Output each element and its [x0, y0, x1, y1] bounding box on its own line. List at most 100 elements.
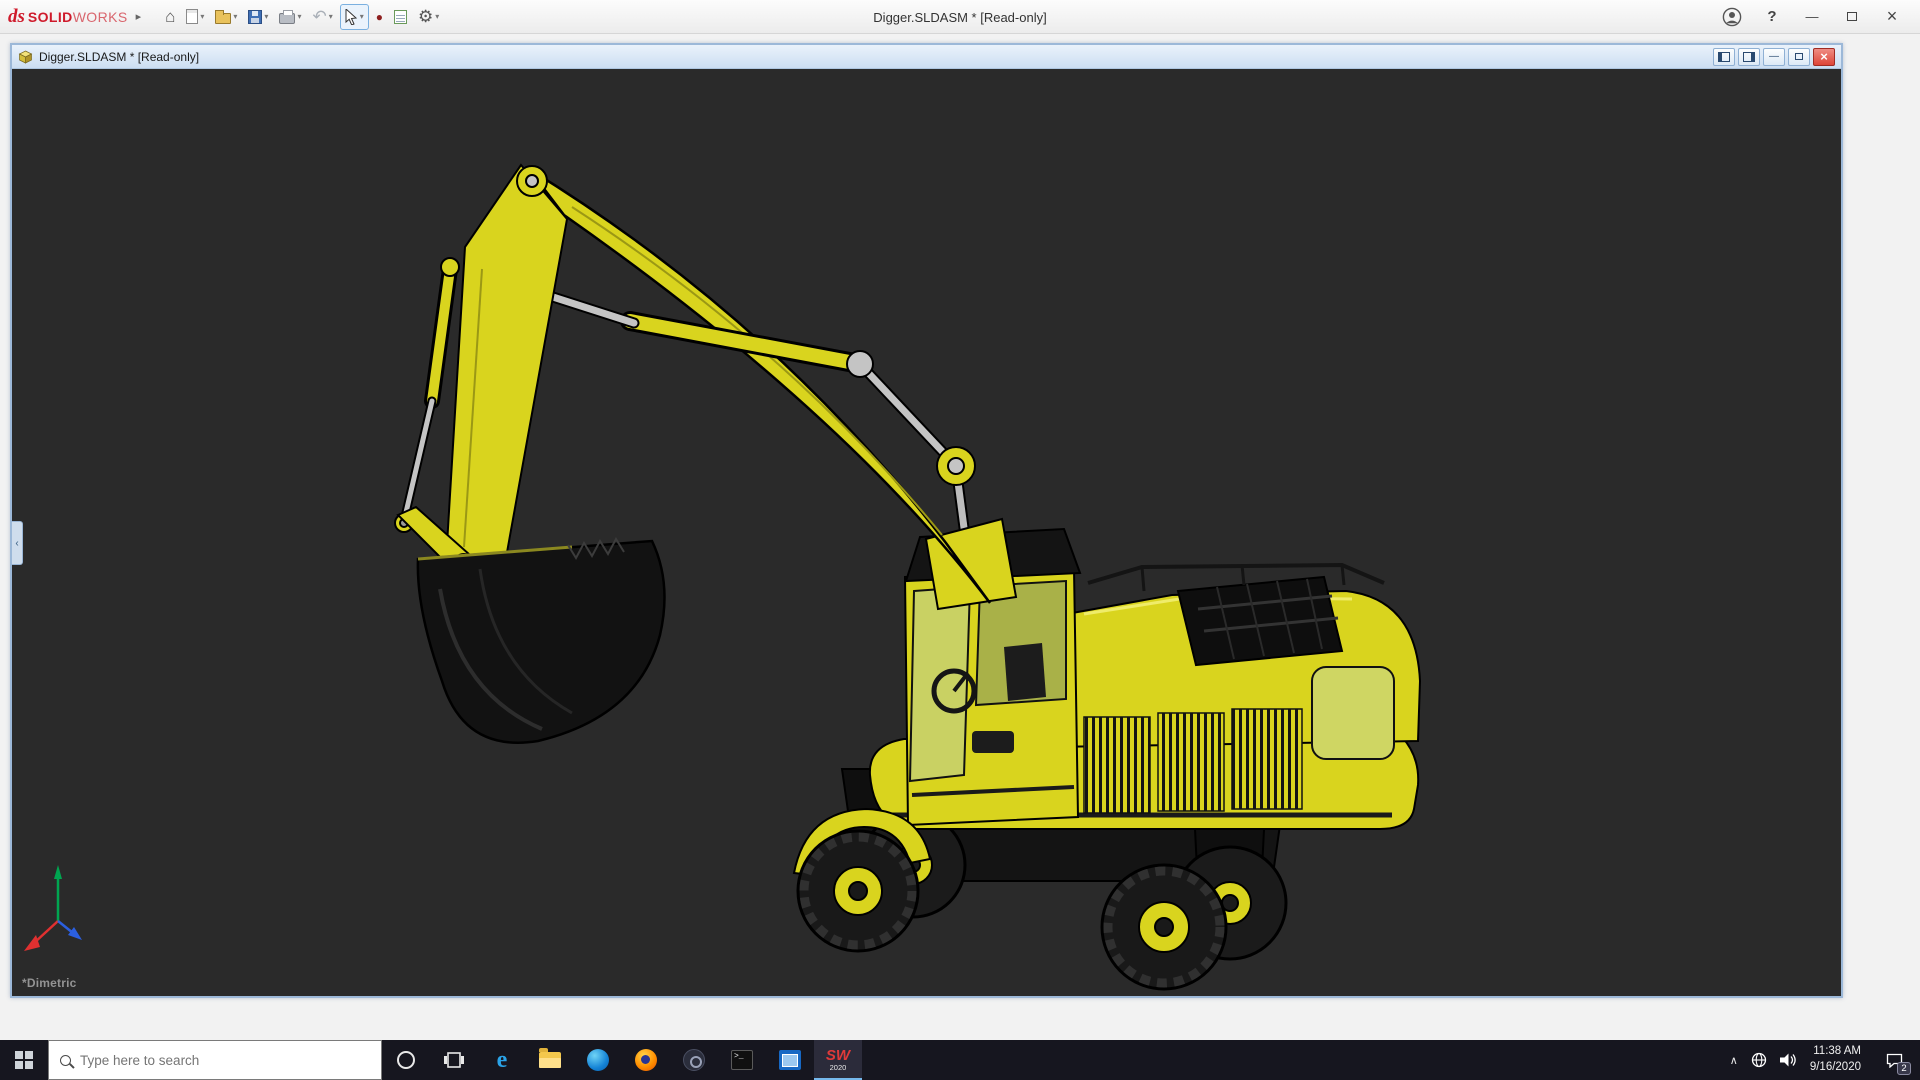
doc-restore-icon [1795, 53, 1803, 60]
chevron-down-icon: ▾ [264, 12, 268, 21]
windows-logo-icon [15, 1051, 33, 1069]
pane-left-icon [1718, 52, 1730, 62]
close-button[interactable]: × [1872, 0, 1912, 33]
taskbar: e >_ SW 2020 ∧ 11:38 AM 9/16/2020 [0, 1040, 1920, 1080]
panel-collapse-icon: ‹ [15, 538, 18, 549]
excavator-3d-model [12, 69, 1841, 996]
pane-right-button[interactable] [1738, 48, 1760, 66]
options-button[interactable]: ⚙▾ [414, 4, 443, 30]
edge-icon: e [497, 1048, 508, 1072]
home-icon: ⌂ [165, 7, 175, 27]
start-button[interactable] [0, 1040, 48, 1080]
volume-icon[interactable] [1780, 1053, 1797, 1067]
help-button[interactable]: ? [1752, 0, 1792, 33]
browser-icon [587, 1049, 609, 1071]
cortana-button[interactable] [382, 1040, 430, 1080]
edge-button[interactable]: e [478, 1040, 526, 1080]
network-globe-icon[interactable] [1751, 1052, 1767, 1068]
rear-wheel [1102, 865, 1226, 989]
gear-icon: ⚙ [418, 7, 433, 27]
minimize-button[interactable]: — [1792, 0, 1832, 33]
pane-left-button[interactable] [1713, 48, 1735, 66]
task-view-button[interactable] [430, 1040, 478, 1080]
minimize-icon: — [1806, 9, 1819, 24]
panel-collapse-handle[interactable]: ‹ [12, 521, 23, 565]
maximize-button[interactable] [1832, 0, 1872, 33]
task-view-icon [444, 1051, 464, 1069]
new-document-icon [186, 9, 198, 24]
new-document-button[interactable]: ▾ [182, 4, 208, 30]
chevron-down-icon: ▾ [329, 12, 333, 21]
select-cursor-icon [345, 9, 358, 25]
app-titlebar: ds SOLID WORKS ▸ ⌂ ▾ ▾ ▾ ▾ ↶▾ ▾ ● ⚙▾ Dig… [0, 0, 1920, 34]
report-list-icon [394, 10, 407, 24]
doc-restore-button[interactable] [1788, 48, 1810, 66]
firefox-icon [635, 1049, 657, 1071]
close-icon: × [1887, 6, 1898, 27]
dassault-mark-icon: ds [8, 6, 25, 28]
quick-access-toolbar: ⌂ ▾ ▾ ▾ ▾ ↶▾ ▾ ● ⚙▾ [161, 4, 443, 30]
search-icon [60, 1055, 71, 1066]
steam-button[interactable] [670, 1040, 718, 1080]
app-window-title: Digger.SLDASM * [Read-only] [873, 0, 1046, 34]
app-window-icon [779, 1050, 801, 1070]
steam-icon [683, 1049, 705, 1071]
undo-button[interactable]: ↶▾ [308, 4, 336, 30]
brand-solid: SOLID [28, 9, 73, 25]
solidworks-taskbar-button[interactable]: SW 2020 [814, 1040, 862, 1080]
chevron-down-icon: ▾ [435, 12, 439, 21]
brand-works: WORKS [73, 9, 128, 25]
terminal-icon: >_ [731, 1050, 753, 1070]
undo-icon: ↶ [312, 7, 326, 27]
help-icon: ? [1767, 8, 1776, 25]
doc-close-button[interactable]: × [1813, 48, 1835, 66]
view-orientation-label: *Dimetric [22, 976, 77, 990]
file-explorer-button[interactable] [526, 1040, 574, 1080]
save-button[interactable]: ▾ [244, 4, 272, 30]
cortana-icon [397, 1051, 415, 1069]
print-icon [279, 13, 295, 24]
file-explorer-icon [539, 1052, 561, 1068]
terminal-button[interactable]: >_ [718, 1040, 766, 1080]
solidworks-taskbar-icon: SW 2020 [826, 1048, 850, 1072]
account-button[interactable] [1712, 0, 1752, 33]
sphere-icon: ● [376, 10, 383, 24]
tray-expand-button[interactable]: ∧ [1730, 1054, 1738, 1067]
search-input[interactable] [80, 1053, 370, 1068]
taskbar-search[interactable] [48, 1040, 382, 1080]
home-button[interactable]: ⌂ [161, 4, 179, 30]
clock-date: 9/16/2020 [1810, 1060, 1861, 1076]
solidworks-sw-text: SW [826, 1048, 850, 1063]
action-center-button[interactable]: 2 [1874, 1040, 1914, 1080]
browser-button[interactable] [574, 1040, 622, 1080]
record-button[interactable]: ● [372, 4, 387, 30]
excavator [24, 165, 1420, 989]
pane-right-icon [1743, 52, 1755, 62]
print-button[interactable]: ▾ [275, 4, 305, 30]
document-window-controls: — × [1713, 48, 1835, 66]
bucket [418, 539, 665, 743]
workspace-background: Digger.SLDASM * [Read-only] — × [0, 34, 1920, 1040]
firefox-button[interactable] [622, 1040, 670, 1080]
system-tray: ∧ 11:38 AM 9/16/2020 2 [1720, 1040, 1920, 1080]
document-titlebar[interactable]: Digger.SLDASM * [Read-only] — × [12, 45, 1841, 69]
open-button[interactable]: ▾ [211, 4, 241, 30]
window-controls: ? — × [1712, 0, 1912, 33]
chevron-down-icon: ▾ [297, 12, 301, 21]
clock-time: 11:38 AM [1810, 1044, 1861, 1060]
select-tool-button[interactable]: ▾ [340, 4, 369, 30]
solidworks-logo: ds SOLID WORKS [8, 6, 128, 28]
graphics-viewport[interactable]: ‹ *Dimetric [12, 69, 1841, 996]
front-wheel [798, 831, 918, 951]
doc-minimize-icon: — [1769, 51, 1779, 62]
remote-app-button[interactable] [766, 1040, 814, 1080]
chevron-down-icon: ▾ [360, 12, 364, 21]
save-icon [248, 10, 262, 24]
menu-flyout-arrow[interactable]: ▸ [130, 10, 148, 23]
orientation-triad [24, 865, 82, 951]
doc-close-icon: × [1820, 49, 1828, 64]
chevron-down-icon: ▾ [200, 12, 204, 21]
doc-minimize-button[interactable]: — [1763, 48, 1785, 66]
taskbar-clock[interactable]: 11:38 AM 9/16/2020 [1810, 1044, 1861, 1075]
report-button[interactable] [390, 4, 411, 30]
